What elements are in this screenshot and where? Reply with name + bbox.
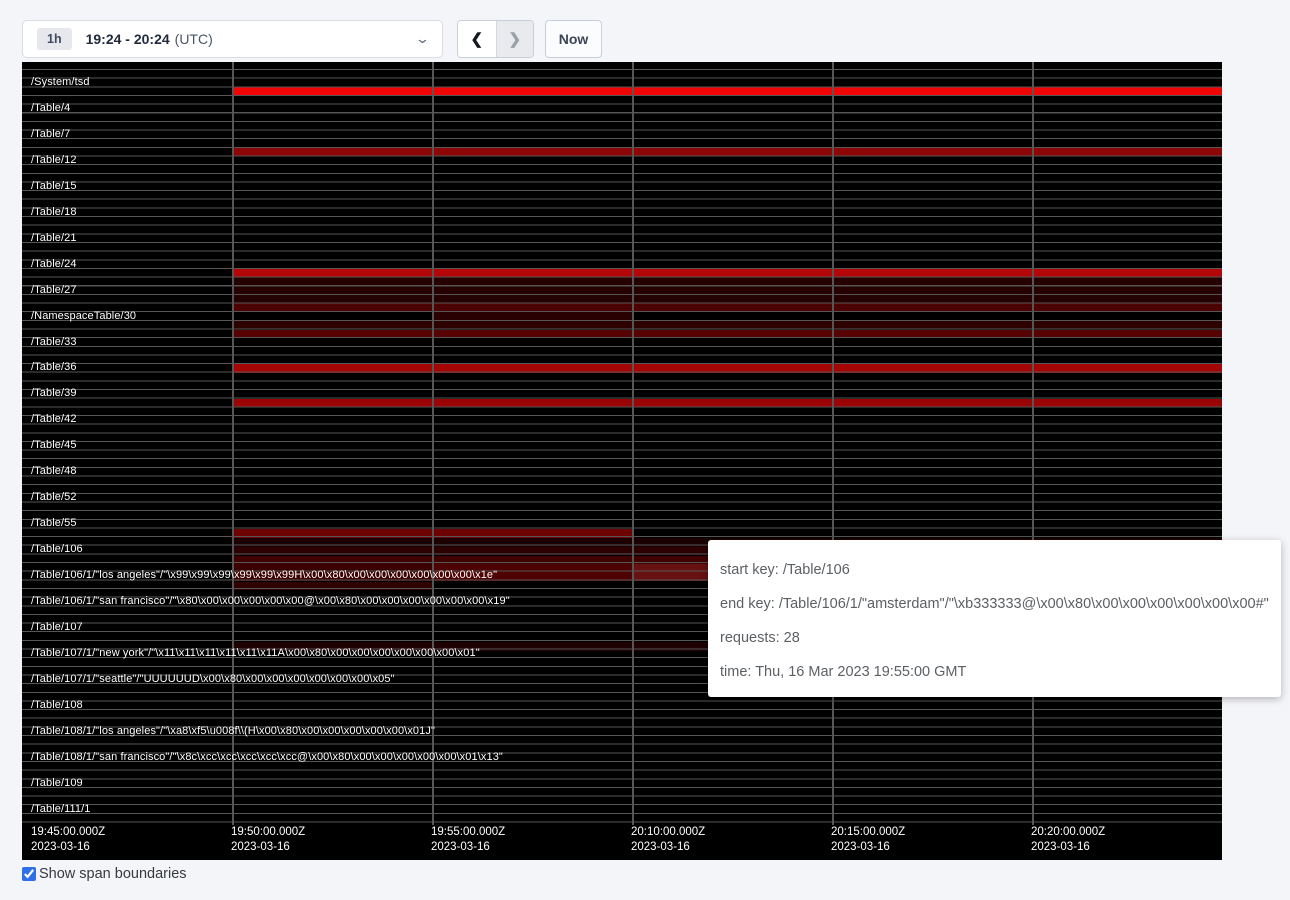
heat-band[interactable] — [232, 277, 1222, 303]
row-label: /Table/12 — [31, 154, 77, 166]
row-label: /Table/33 — [31, 336, 77, 348]
row-label: /Table/21 — [31, 232, 77, 244]
prev-time-button[interactable]: ❮ — [458, 21, 496, 57]
row-label: /Table/109 — [31, 777, 83, 789]
row-label: /Table/45 — [31, 439, 77, 451]
time-nav-group: ❮ ❯ — [457, 20, 534, 58]
tooltip-requests: requests: 28 — [720, 621, 1269, 655]
row-label: /Table/18 — [31, 206, 77, 218]
time-gridline — [632, 62, 634, 825]
duration-chip: 1h — [37, 28, 72, 50]
heat-band[interactable] — [232, 399, 1222, 408]
row-label: /Table/108 — [31, 699, 83, 711]
time-gridline — [832, 62, 834, 825]
time-gridline — [432, 62, 434, 825]
heat-band[interactable] — [232, 529, 632, 538]
row-label: /Table/39 — [31, 387, 77, 399]
tooltip-start-key: start key: /Table/106 — [720, 553, 1269, 587]
timezone-label: (UTC) — [175, 31, 213, 47]
time-range-select[interactable]: 1h 19:24 - 20:24 (UTC) ⌄ — [22, 20, 443, 58]
row-label: /Table/107/1/"new york"/"\x11\x11\x11\x1… — [31, 647, 480, 659]
x-axis-tick: 20:10:00.000Z2023-03-16 — [631, 825, 705, 854]
show-span-boundaries-label: Show span boundaries — [39, 866, 187, 882]
row-label: /System/tsd — [31, 76, 90, 88]
chevron-left-icon: ❮ — [470, 30, 483, 48]
row-label: /Table/24 — [31, 258, 77, 270]
hover-tooltip: start key: /Table/106 end key: /Table/10… — [708, 540, 1281, 697]
heat-band[interactable] — [232, 269, 1222, 278]
time-gridline — [1032, 62, 1034, 825]
x-axis-tick: 20:15:00.000Z2023-03-16 — [831, 825, 905, 854]
row-label: /Table/55 — [31, 517, 77, 529]
row-label: /NamespaceTable/30 — [31, 310, 136, 322]
heat-band[interactable] — [232, 321, 1222, 330]
heat-band[interactable] — [232, 87, 1222, 96]
row-label: /Table/7 — [31, 128, 70, 140]
row-label: /Table/27 — [31, 284, 77, 296]
heat-band[interactable] — [232, 330, 1222, 339]
row-label: /Table/106/1/"san francisco"/"\x80\x00\x… — [31, 595, 510, 607]
keyviz-canvas[interactable]: /System/tsd/Table/4/Table/7/Table/12/Tab… — [22, 62, 1222, 860]
row-label: /Table/108/1/"los angeles"/"\xa8\xf5\u00… — [31, 725, 435, 737]
show-span-boundaries-checkbox[interactable] — [22, 867, 36, 881]
row-label: /Table/107/1/"seattle"/"UUUUUUD\x00\x80\… — [31, 673, 395, 685]
row-label: /Table/42 — [31, 413, 77, 425]
chevron-down-icon: ⌄ — [415, 31, 430, 47]
heat-band[interactable] — [232, 582, 432, 591]
now-button[interactable]: Now — [545, 20, 602, 58]
span-boundary-lines — [22, 69, 1222, 826]
heat-band[interactable] — [232, 303, 1222, 312]
row-label: /Table/36 — [31, 361, 77, 373]
row-label: /Table/48 — [31, 465, 77, 477]
toolbar: 1h 19:24 - 20:24 (UTC) ⌄ ❮ ❯ Now — [0, 0, 1290, 62]
x-axis-tick: 19:45:00.000Z2023-03-16 — [31, 825, 105, 854]
tooltip-end-key: end key: /Table/106/1/"amsterdam"/"\xb33… — [720, 587, 1269, 621]
row-label: /Table/108/1/"san francisco"/"\x8c\xcc\x… — [31, 751, 503, 763]
row-label: /Table/111/1 — [31, 803, 91, 815]
tooltip-time: time: Thu, 16 Mar 2023 19:55:00 GMT — [720, 655, 1269, 689]
chevron-right-icon: ❯ — [508, 30, 521, 48]
row-label: /Table/52 — [31, 491, 77, 503]
heat-band[interactable] — [232, 147, 1222, 156]
footer-row: Show span boundaries — [22, 866, 187, 882]
x-axis-tick: 19:55:00.000Z2023-03-16 — [431, 825, 505, 854]
time-range-label: 19:24 - 20:24 — [86, 31, 170, 47]
x-axis-tick: 19:50:00.000Z2023-03-16 — [231, 825, 305, 854]
row-label: /Table/106 — [31, 543, 83, 555]
next-time-button[interactable]: ❯ — [496, 21, 534, 57]
row-label: /Table/107 — [31, 621, 83, 633]
row-label: /Table/106/1/"los angeles"/"\x99\x99\x99… — [31, 569, 497, 581]
heat-band[interactable] — [232, 364, 1222, 373]
x-axis-tick: 20:20:00.000Z2023-03-16 — [1031, 825, 1105, 854]
heat-band[interactable] — [432, 312, 632, 321]
row-label: /Table/4 — [31, 102, 70, 114]
time-gridline — [232, 62, 234, 825]
row-label: /Table/15 — [31, 180, 77, 192]
